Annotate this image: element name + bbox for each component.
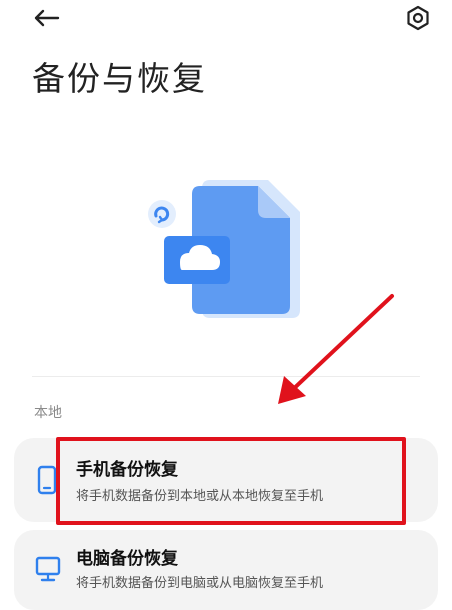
back-button[interactable] [28, 2, 64, 34]
pc-backup-subtitle: 将手机数据备份到电脑或从电脑恢复至手机 [76, 576, 324, 591]
monitor-icon [35, 556, 61, 582]
gear-icon [407, 5, 429, 31]
page-title: 备份与恢复 [32, 59, 207, 98]
pc-backup-item[interactable]: 电脑备份恢复 将手机数据备份到电脑或从电脑恢复至手机 [14, 530, 438, 610]
annotation-highlight-box [56, 437, 406, 525]
annotation-arrow [270, 292, 400, 410]
arrow-left-icon [34, 9, 60, 27]
section-label-local: 本地 [34, 405, 62, 421]
settings-button[interactable] [400, 2, 436, 34]
pc-backup-title: 电脑备份恢复 [76, 549, 178, 569]
